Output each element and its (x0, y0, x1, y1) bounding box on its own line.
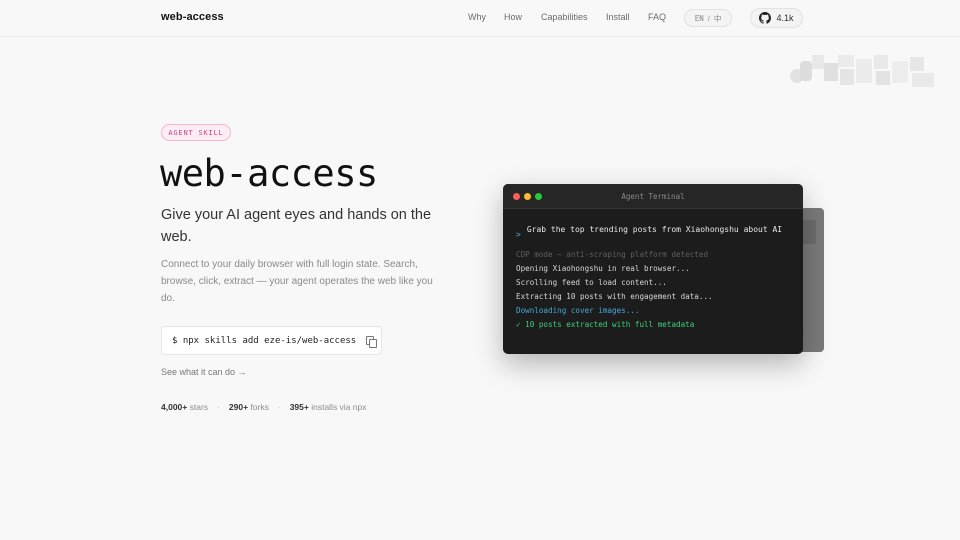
prompt-chevron-icon: > (516, 230, 521, 239)
terminal-line: ✓ 10 posts extracted with full metadata (516, 320, 695, 329)
github-star-count: 4.1k (776, 13, 794, 23)
nav-link-install[interactable]: Install (606, 12, 630, 22)
pixel-block (892, 61, 908, 83)
github-icon (759, 12, 772, 24)
pixel-block (838, 55, 854, 67)
hero-description: Connect to your daily browser with full … (161, 259, 433, 304)
pixel-block (912, 73, 934, 87)
stat-installs: 395+ installs via npx (290, 402, 367, 412)
pixel-block (874, 55, 888, 69)
nav-link-why[interactable]: Why (468, 12, 486, 22)
pixel-block (800, 61, 812, 81)
hero-subtitle: Give your AI agent eyes and hands on the… (161, 207, 432, 245)
pixel-block (876, 71, 890, 85)
terminal-output: CDP mode — anti-scraping platform detect… (516, 248, 791, 332)
stats-row: 4,000+ stars · 290+ forks · 395+ install… (161, 402, 367, 412)
lang-en[interactable]: EN (695, 14, 704, 23)
pixel-block (910, 57, 924, 71)
install-command-text: $ npx skills add eze-is/web-access (172, 335, 357, 346)
stat-label: installs via npx (311, 402, 367, 412)
nav-link-capabilities[interactable]: Capabilities (541, 12, 588, 22)
stat-value: 4,000+ (161, 402, 188, 412)
lang-zh[interactable]: 中 (714, 13, 722, 24)
stat-value: 395+ (289, 402, 309, 412)
terminal-body: > Grab the top trending posts from Xiaoh… (516, 223, 791, 332)
pixel-block (840, 69, 854, 85)
nav-link-faq[interactable]: FAQ (648, 12, 666, 22)
terminal-line: CDP mode — anti-scraping platform detect… (516, 250, 709, 259)
terminal-prompt: > Grab the top trending posts from Xiaoh… (516, 223, 791, 241)
see-what-it-can-do-link[interactable]: See what it can do → (161, 367, 247, 377)
lang-separator: / (707, 13, 710, 23)
terminal-line: Downloading cover images... (516, 306, 640, 315)
pixel-block (824, 63, 838, 81)
nav-links: Why How Capabilities Install FAQ (0, 12, 960, 26)
github-stars-button[interactable]: 4.1k (750, 8, 803, 28)
stat-forks: 290+ forks (229, 402, 269, 412)
install-command-box[interactable]: $ npx skills add eze-is/web-access (161, 326, 382, 355)
stat-label: forks (250, 402, 269, 412)
terminal-title-bar: Agent Terminal (503, 184, 803, 209)
page-title: web-access (160, 152, 378, 195)
terminal-line: Scrolling feed to load content... (516, 278, 667, 287)
terminal-line: Opening Xiaohongshu in real browser... (516, 264, 690, 273)
terminal-line: Extracting 10 posts with engagement data… (516, 292, 713, 301)
nav-link-how[interactable]: How (504, 12, 522, 22)
top-nav: web-access Why How Capabilities Install … (0, 0, 960, 37)
prompt-text: Grab the top trending posts from Xiaohon… (526, 225, 783, 234)
stat-value: 290+ (228, 402, 249, 412)
terminal-title: Agent Terminal (621, 192, 685, 201)
agent-skill-badge: AGENT SKILL (161, 124, 231, 141)
agent-terminal: Agent Terminal > Grab the top trending p… (503, 184, 803, 354)
pixel-block (812, 55, 824, 69)
language-toggle[interactable]: EN / 中 (684, 9, 732, 27)
pixel-block (856, 59, 872, 83)
copy-icon[interactable] (366, 335, 378, 348)
stat-separator: · (217, 402, 220, 412)
stat-separator: · (277, 402, 281, 412)
stat-stars: 4,000+ stars (161, 402, 208, 412)
stat-label: stars (189, 402, 209, 412)
decorative-pixel-art (790, 55, 935, 91)
